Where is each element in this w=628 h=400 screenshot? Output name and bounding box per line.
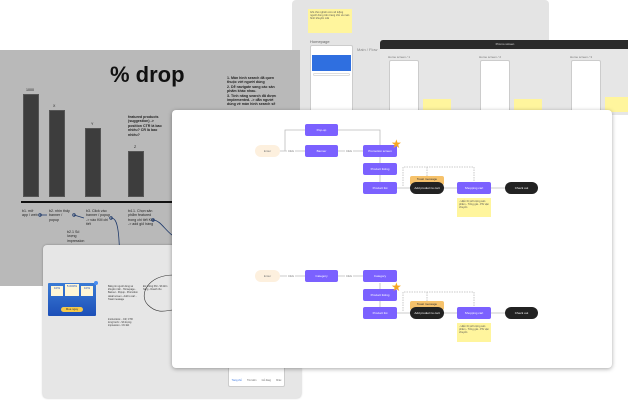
- flow-checkout-node[interactable]: Check out: [505, 182, 538, 194]
- flow-click-label: Click: [345, 274, 354, 278]
- flow-product-list-node[interactable]: Product list: [363, 307, 397, 319]
- flow-add-to-cart-node[interactable]: Add product to cart: [410, 182, 444, 194]
- flow-popup-node[interactable]: Pop-up: [305, 124, 338, 136]
- sticky-note[interactable]: - Hiển thị số lượng sản phẩm - Tổng giá …: [457, 323, 491, 342]
- flow-shopping-cart-node[interactable]: Shopping cart: [457, 307, 491, 319]
- flow-category-node[interactable]: Category: [305, 270, 338, 282]
- flow-banner-node[interactable]: Banner: [305, 145, 338, 157]
- flow-click-label: Click: [345, 149, 354, 153]
- flow-click-label: Click: [287, 149, 296, 153]
- flow-add-to-cart-node[interactable]: Add product to cart: [410, 307, 444, 319]
- flow-checkout-node[interactable]: Check out: [505, 307, 538, 319]
- star-icon: ★: [391, 280, 402, 294]
- flow-product-listing-node[interactable]: Product listing: [363, 163, 397, 175]
- flow-click-label: Click: [287, 274, 296, 278]
- sticky-note[interactable]: - Hiển thị số lượng sản phẩm - Tổng giá …: [457, 198, 491, 217]
- flow-shopping-cart-node[interactable]: Shopping cart: [457, 182, 491, 194]
- flow-product-list-node[interactable]: Product list: [363, 182, 397, 194]
- flow-enter-node[interactable]: Enter: [255, 145, 280, 157]
- flow-enter-node[interactable]: Enter: [255, 270, 280, 282]
- star-icon: ★: [391, 137, 402, 151]
- flow-connectors: [280, 129, 505, 314]
